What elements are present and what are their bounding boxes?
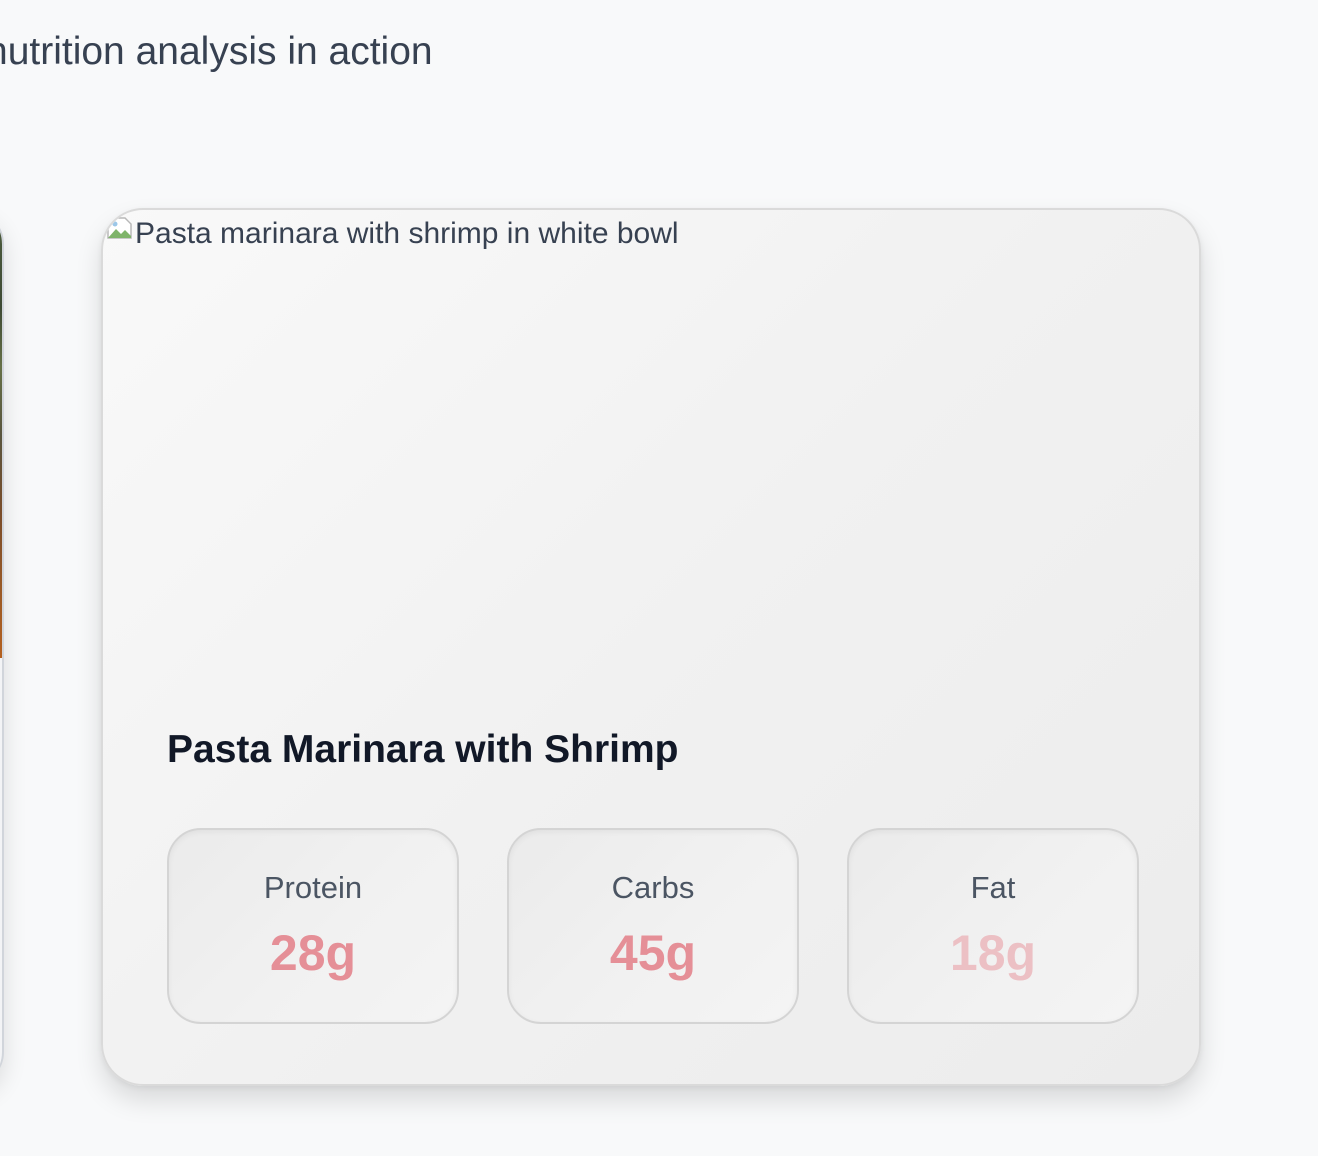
macro-value: 28g [269,925,357,981]
broken-image-icon [107,217,132,239]
macro-carbs: Carbs 45g [507,828,799,1024]
section-subtitle: nutrition analysis in action [0,30,433,73]
macro-value: 18g [949,925,1037,981]
previous-meal-image [0,230,2,658]
macro-value: 45g [609,925,697,981]
meal-image-alt-text: Pasta marinara with shrimp in white bowl [135,217,679,250]
macro-fat: Fat 18g [847,828,1139,1024]
macro-protein: Protein 28g [167,828,459,1024]
macro-label: Protein [263,870,363,905]
macro-label: Carbs [611,870,695,905]
meal-image: Pasta marinara with shrimp in white bowl [103,210,1199,690]
meal-title: Pasta Marinara with Shrimp [167,728,679,771]
macros-row: Protein 28g Carbs 45g Fat 18g [167,828,1139,1024]
macro-label: Fat [970,870,1016,905]
previous-meal-card[interactable] [0,210,4,1086]
meal-card[interactable]: Pasta marinara with shrimp in white bowl… [101,208,1201,1086]
